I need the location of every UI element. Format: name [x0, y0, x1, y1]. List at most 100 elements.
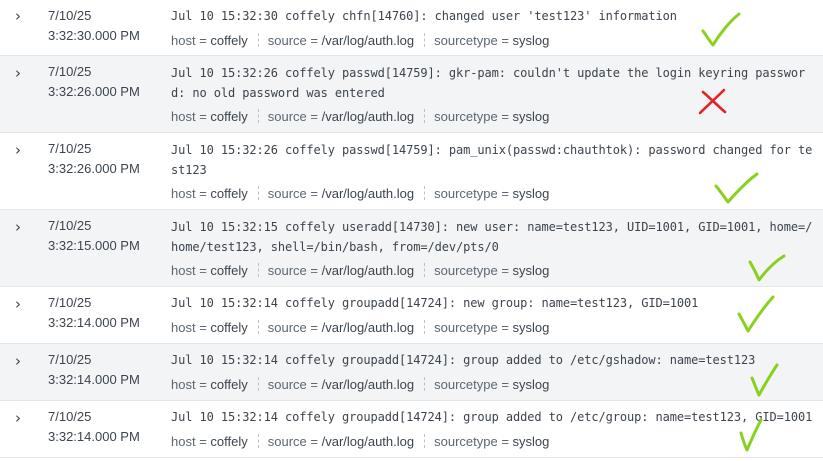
field-key: source [267, 109, 307, 124]
field-eq: = [195, 377, 211, 392]
expand-chevron-icon[interactable]: › [10, 142, 26, 158]
event-fields: host = coffely source = /var/log/auth.log… [171, 32, 549, 50]
field-host[interactable]: host = coffely [171, 433, 248, 451]
field-key: host [171, 263, 196, 278]
event-raw-text[interactable]: Jul 10 15:32:26 coffely passwd[14759]: g… [171, 63, 819, 103]
field-source[interactable]: source = /var/log/auth.log [268, 262, 414, 280]
field-divider [424, 263, 426, 277]
field-eq: = [497, 186, 513, 201]
field-sourcetype[interactable]: sourcetype = syslog [434, 108, 549, 126]
field-eq: = [497, 33, 513, 48]
expand-chevron-icon[interactable]: › [10, 219, 26, 235]
field-eq: = [306, 186, 322, 201]
event-clock: 3:32:14.000 PM [48, 315, 140, 330]
event-row: › 7/10/25 3:32:14.000 PM Jul 10 15:32:14… [0, 344, 823, 401]
event-clock: 3:32:15.000 PM [48, 238, 140, 253]
field-key: source [267, 33, 307, 48]
field-sourcetype[interactable]: sourcetype = syslog [434, 32, 549, 50]
field-eq: = [306, 263, 322, 278]
event-raw-text[interactable]: Jul 10 15:32:26 coffely passwd[14759]: p… [171, 140, 819, 180]
event-date: 7/10/25 [48, 295, 92, 310]
event-row: › 7/10/25 3:32:26.000 PM Jul 10 15:32:26… [0, 133, 823, 210]
field-sourcetype[interactable]: sourcetype = syslog [434, 185, 549, 203]
field-value: syslog [512, 263, 550, 278]
event-time: 7/10/25 3:32:14.000 PM [48, 293, 140, 333]
field-host[interactable]: host = coffely [171, 32, 248, 50]
field-divider [424, 320, 426, 334]
field-divider [424, 109, 426, 123]
field-eq: = [195, 109, 211, 124]
field-divider [424, 33, 426, 47]
field-divider [257, 33, 259, 47]
event-date: 7/10/25 [48, 352, 92, 367]
field-divider [424, 186, 426, 200]
field-key: sourcetype [434, 434, 498, 449]
field-source[interactable]: source = /var/log/auth.log [268, 185, 414, 203]
field-key: host [171, 109, 196, 124]
field-value: /var/log/auth.log [321, 377, 415, 392]
field-sourcetype[interactable]: sourcetype = syslog [434, 433, 549, 451]
event-raw-text[interactable]: Jul 10 15:32:14 coffely groupadd[14724]:… [171, 293, 819, 313]
field-eq: = [306, 320, 322, 335]
field-value: /var/log/auth.log [321, 33, 415, 48]
field-eq: = [306, 33, 322, 48]
field-source[interactable]: source = /var/log/auth.log [268, 32, 414, 50]
field-key: host [171, 320, 196, 335]
field-source[interactable]: source = /var/log/auth.log [268, 433, 414, 451]
field-divider [257, 434, 259, 448]
event-raw-text[interactable]: Jul 10 15:32:30 coffely chfn[14760]: cha… [171, 6, 819, 26]
field-divider [257, 377, 259, 391]
field-source[interactable]: source = /var/log/auth.log [268, 319, 414, 337]
event-fields: host = coffely source = /var/log/auth.log… [171, 108, 549, 126]
field-divider [257, 109, 259, 123]
field-host[interactable]: host = coffely [171, 108, 248, 126]
event-date: 7/10/25 [48, 64, 92, 79]
field-divider [257, 320, 259, 334]
expand-chevron-icon[interactable]: › [10, 65, 26, 81]
event-fields: host = coffely source = /var/log/auth.log… [171, 319, 549, 337]
field-sourcetype[interactable]: sourcetype = syslog [434, 262, 549, 280]
field-value: coffely [210, 434, 248, 449]
event-fields: host = coffely source = /var/log/auth.log… [171, 433, 549, 451]
expand-chevron-icon[interactable]: › [10, 296, 26, 312]
field-key: host [171, 434, 196, 449]
field-divider [424, 377, 426, 391]
field-host[interactable]: host = coffely [171, 376, 248, 394]
event-date: 7/10/25 [48, 218, 92, 233]
field-key: host [171, 377, 196, 392]
field-value: /var/log/auth.log [321, 434, 415, 449]
field-key: sourcetype [434, 377, 498, 392]
event-clock: 3:32:14.000 PM [48, 429, 140, 444]
field-value: syslog [512, 377, 550, 392]
event-time: 7/10/25 3:32:14.000 PM [48, 407, 140, 447]
field-source[interactable]: source = /var/log/auth.log [268, 108, 414, 126]
event-fields: host = coffely source = /var/log/auth.log… [171, 376, 549, 394]
field-value: coffely [210, 377, 248, 392]
event-date: 7/10/25 [48, 409, 92, 424]
field-key: source [267, 377, 307, 392]
expand-chevron-icon[interactable]: › [10, 353, 26, 369]
field-sourcetype[interactable]: sourcetype = syslog [434, 376, 549, 394]
field-source[interactable]: source = /var/log/auth.log [268, 376, 414, 394]
event-raw-text[interactable]: Jul 10 15:32:14 coffely groupadd[14724]:… [171, 350, 819, 370]
field-host[interactable]: host = coffely [171, 185, 248, 203]
event-raw-text[interactable]: Jul 10 15:32:15 coffely useradd[14730]: … [171, 217, 819, 257]
event-time: 7/10/25 3:32:26.000 PM [48, 62, 140, 102]
field-key: sourcetype [434, 109, 498, 124]
field-value: syslog [512, 320, 550, 335]
field-host[interactable]: host = coffely [171, 262, 248, 280]
field-divider [424, 434, 426, 448]
field-host[interactable]: host = coffely [171, 319, 248, 337]
expand-chevron-icon[interactable]: › [10, 8, 26, 24]
expand-chevron-icon[interactable]: › [10, 410, 26, 426]
field-divider [257, 263, 259, 277]
event-raw-text[interactable]: Jul 10 15:32:14 coffely groupadd[14724]:… [171, 407, 819, 427]
field-value: /var/log/auth.log [321, 109, 415, 124]
field-value: syslog [512, 434, 550, 449]
field-key: source [267, 263, 307, 278]
field-key: host [171, 33, 196, 48]
event-clock: 3:32:26.000 PM [48, 161, 140, 176]
field-sourcetype[interactable]: sourcetype = syslog [434, 319, 549, 337]
event-date: 7/10/25 [48, 8, 92, 23]
event-time: 7/10/25 3:32:30.000 PM [48, 6, 140, 46]
